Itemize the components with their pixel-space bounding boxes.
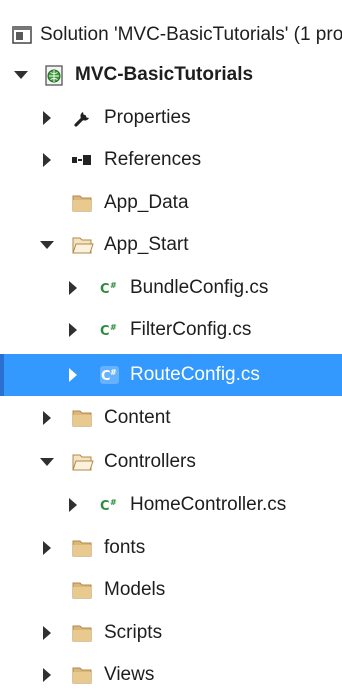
tree-item-label: Properties xyxy=(104,107,191,128)
svg-text:C: C xyxy=(100,324,110,339)
tree-item-homecontroller[interactable]: C # HomeController.cs xyxy=(0,484,342,526)
tree-item-views[interactable]: Views xyxy=(0,654,342,696)
svg-text:C: C xyxy=(100,282,110,297)
tree-item-references[interactable]: References xyxy=(0,139,342,181)
solution-label: Solution 'MVC-BasicTutorials' (1 pro xyxy=(40,24,342,45)
tree-item-filterconfig[interactable]: C # FilterConfig.cs xyxy=(0,309,342,351)
expand-arrow-icon[interactable] xyxy=(66,281,80,295)
folder-icon xyxy=(70,406,94,430)
solution-explorer-tree: Solution 'MVC-BasicTutorials' (1 pro MVC… xyxy=(0,0,342,688)
folder-icon xyxy=(70,191,94,215)
folder-icon xyxy=(70,663,94,687)
tree-item-solution[interactable]: Solution 'MVC-BasicTutorials' (1 pro xyxy=(0,14,342,56)
collapse-arrow-icon[interactable] xyxy=(40,455,54,469)
tree-item-label: References xyxy=(104,149,202,170)
expand-arrow-icon[interactable] xyxy=(40,541,54,555)
expand-arrow-icon[interactable] xyxy=(66,323,80,337)
wrench-icon xyxy=(70,106,94,130)
tree-item-label: Scripts xyxy=(104,622,163,643)
tree-item-models[interactable]: Models xyxy=(0,569,342,611)
expand-arrow-icon[interactable] xyxy=(40,411,54,425)
tree-item-label: Controllers xyxy=(104,451,196,472)
tree-item-label: RouteConfig.cs xyxy=(130,364,260,385)
csharp-file-icon: C # xyxy=(98,318,122,342)
tree-item-label: Models xyxy=(104,579,166,600)
expand-arrow-icon[interactable] xyxy=(66,498,80,512)
tree-item-label: FilterConfig.cs xyxy=(130,319,252,340)
collapse-arrow-icon[interactable] xyxy=(14,68,28,82)
project-label: MVC-BasicTutorials xyxy=(75,64,254,85)
tree-item-label: Content xyxy=(104,407,171,428)
svg-text:#: # xyxy=(110,368,117,377)
csharp-file-icon: C # xyxy=(98,363,122,387)
tree-item-app-start[interactable]: App_Start xyxy=(0,224,342,266)
tree-item-label: App_Data xyxy=(104,192,189,213)
open-folder-icon xyxy=(70,233,94,257)
tree-item-controllers[interactable]: Controllers xyxy=(0,441,342,483)
expand-arrow-icon[interactable] xyxy=(40,153,54,167)
references-icon xyxy=(70,148,94,172)
svg-text:C: C xyxy=(100,499,110,514)
tree-item-fonts[interactable]: fonts xyxy=(0,527,342,569)
tree-item-label: HomeController.cs xyxy=(130,494,287,515)
tree-item-label: Views xyxy=(104,664,155,685)
folder-icon xyxy=(70,578,94,602)
csharp-file-icon: C # xyxy=(98,493,122,517)
expand-arrow-icon[interactable] xyxy=(40,111,54,125)
expand-arrow-icon[interactable] xyxy=(40,626,54,640)
tree-item-scripts[interactable]: Scripts xyxy=(0,612,342,654)
web-project-icon xyxy=(42,63,66,87)
tree-item-label: fonts xyxy=(104,537,146,558)
tree-item-app-data[interactable]: App_Data xyxy=(0,182,342,224)
tree-item-properties[interactable]: Properties xyxy=(0,97,342,139)
tree-item-project[interactable]: MVC-BasicTutorials xyxy=(0,54,342,96)
folder-icon xyxy=(70,621,94,645)
svg-text:#: # xyxy=(110,498,117,507)
folder-icon xyxy=(70,536,94,560)
svg-text:#: # xyxy=(110,281,117,290)
open-folder-icon xyxy=(70,450,94,474)
collapse-arrow-icon[interactable] xyxy=(40,238,54,252)
tree-item-bundleconfig[interactable]: C # BundleConfig.cs xyxy=(0,267,342,309)
tree-item-content[interactable]: Content xyxy=(0,397,342,439)
tree-item-routeconfig-selected[interactable]: C # RouteConfig.cs xyxy=(0,354,342,396)
solution-icon xyxy=(10,23,34,47)
svg-text:#: # xyxy=(110,323,117,332)
expand-arrow-icon[interactable] xyxy=(66,368,80,382)
csharp-file-icon: C # xyxy=(98,276,122,300)
tree-item-label: App_Start xyxy=(104,234,189,255)
tree-item-label: BundleConfig.cs xyxy=(130,277,269,298)
expand-arrow-icon[interactable] xyxy=(40,668,54,682)
